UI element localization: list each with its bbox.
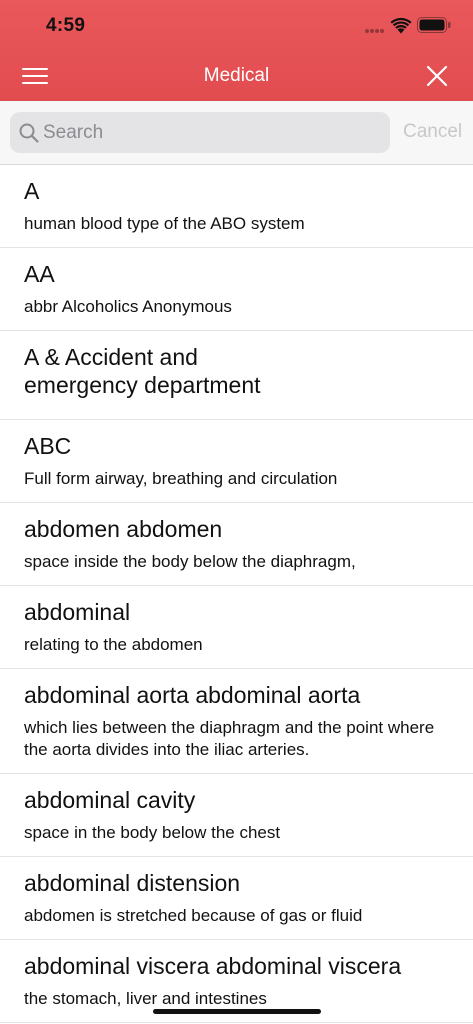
battery-icon: [417, 17, 451, 33]
list-item[interactable]: A human blood type of the ABO system: [0, 165, 473, 248]
entry-term: A & Accident and emergency department: [24, 344, 261, 398]
dictionary-list: A human blood type of the ABO system AA …: [0, 165, 473, 1023]
list-item[interactable]: ABC Full form airway, breathing and circ…: [0, 420, 473, 503]
navigation-bar: Medical: [0, 52, 473, 101]
page-title: Medical: [203, 65, 270, 86]
close-icon[interactable]: [425, 64, 449, 88]
list-item[interactable]: AA abbr Alcoholics Anonymous: [0, 248, 473, 331]
search-field[interactable]: [10, 112, 390, 153]
header: 4:59 Medical: [0, 0, 473, 101]
entry-term: abdominal aorta abdominal aorta: [24, 682, 361, 708]
entry-term: abdominal viscera abdominal viscera: [24, 953, 402, 979]
entry-definition: relating to the abdomen: [24, 635, 203, 654]
entry-definition: which lies between the diaphragm and the…: [24, 718, 435, 759]
entry-term: A: [24, 178, 40, 204]
search-input[interactable]: [43, 112, 373, 153]
entry-definition: Full form airway, breathing and circulat…: [24, 469, 338, 488]
search-bar: Cancel: [0, 101, 473, 165]
list-item[interactable]: abdominal aorta abdominal aorta which li…: [0, 669, 473, 774]
entry-definition: abdomen is stretched because of gas or f…: [24, 906, 363, 925]
entry-term: abdomen abdomen: [24, 516, 223, 542]
list-item[interactable]: abdominal distension abdomen is stretche…: [0, 857, 473, 940]
entry-definition: the stomach, liver and intestines: [24, 989, 267, 1008]
entry-term: abdominal cavity: [24, 787, 196, 813]
list-item[interactable]: A & Accident and emergency department: [0, 331, 473, 420]
entry-term: ABC: [24, 433, 72, 459]
entry-definition: space in the body below the chest: [24, 823, 281, 842]
entry-definition: space inside the body below the diaphrag…: [24, 552, 356, 571]
status-bar: 4:59: [0, 0, 473, 52]
list-item[interactable]: abdomen abdomen space inside the body be…: [0, 503, 473, 586]
cancel-button[interactable]: Cancel: [403, 121, 462, 143]
list-item[interactable]: abdominal cavity space in the body below…: [0, 774, 473, 857]
home-indicator[interactable]: [153, 1009, 321, 1014]
entry-definition: human blood type of the ABO system: [24, 214, 305, 233]
cellular-signal-icon: [365, 29, 385, 33]
entry-term: abdominal distension: [24, 870, 241, 896]
list-item[interactable]: abdominal relating to the abdomen: [0, 586, 473, 669]
search-icon: [19, 123, 39, 143]
entry-term: AA: [24, 261, 55, 287]
entry-term: abdominal: [24, 599, 131, 625]
status-time: 4:59: [46, 15, 86, 36]
entry-definition: abbr Alcoholics Anonymous: [24, 297, 232, 316]
wifi-icon: [390, 17, 412, 34]
